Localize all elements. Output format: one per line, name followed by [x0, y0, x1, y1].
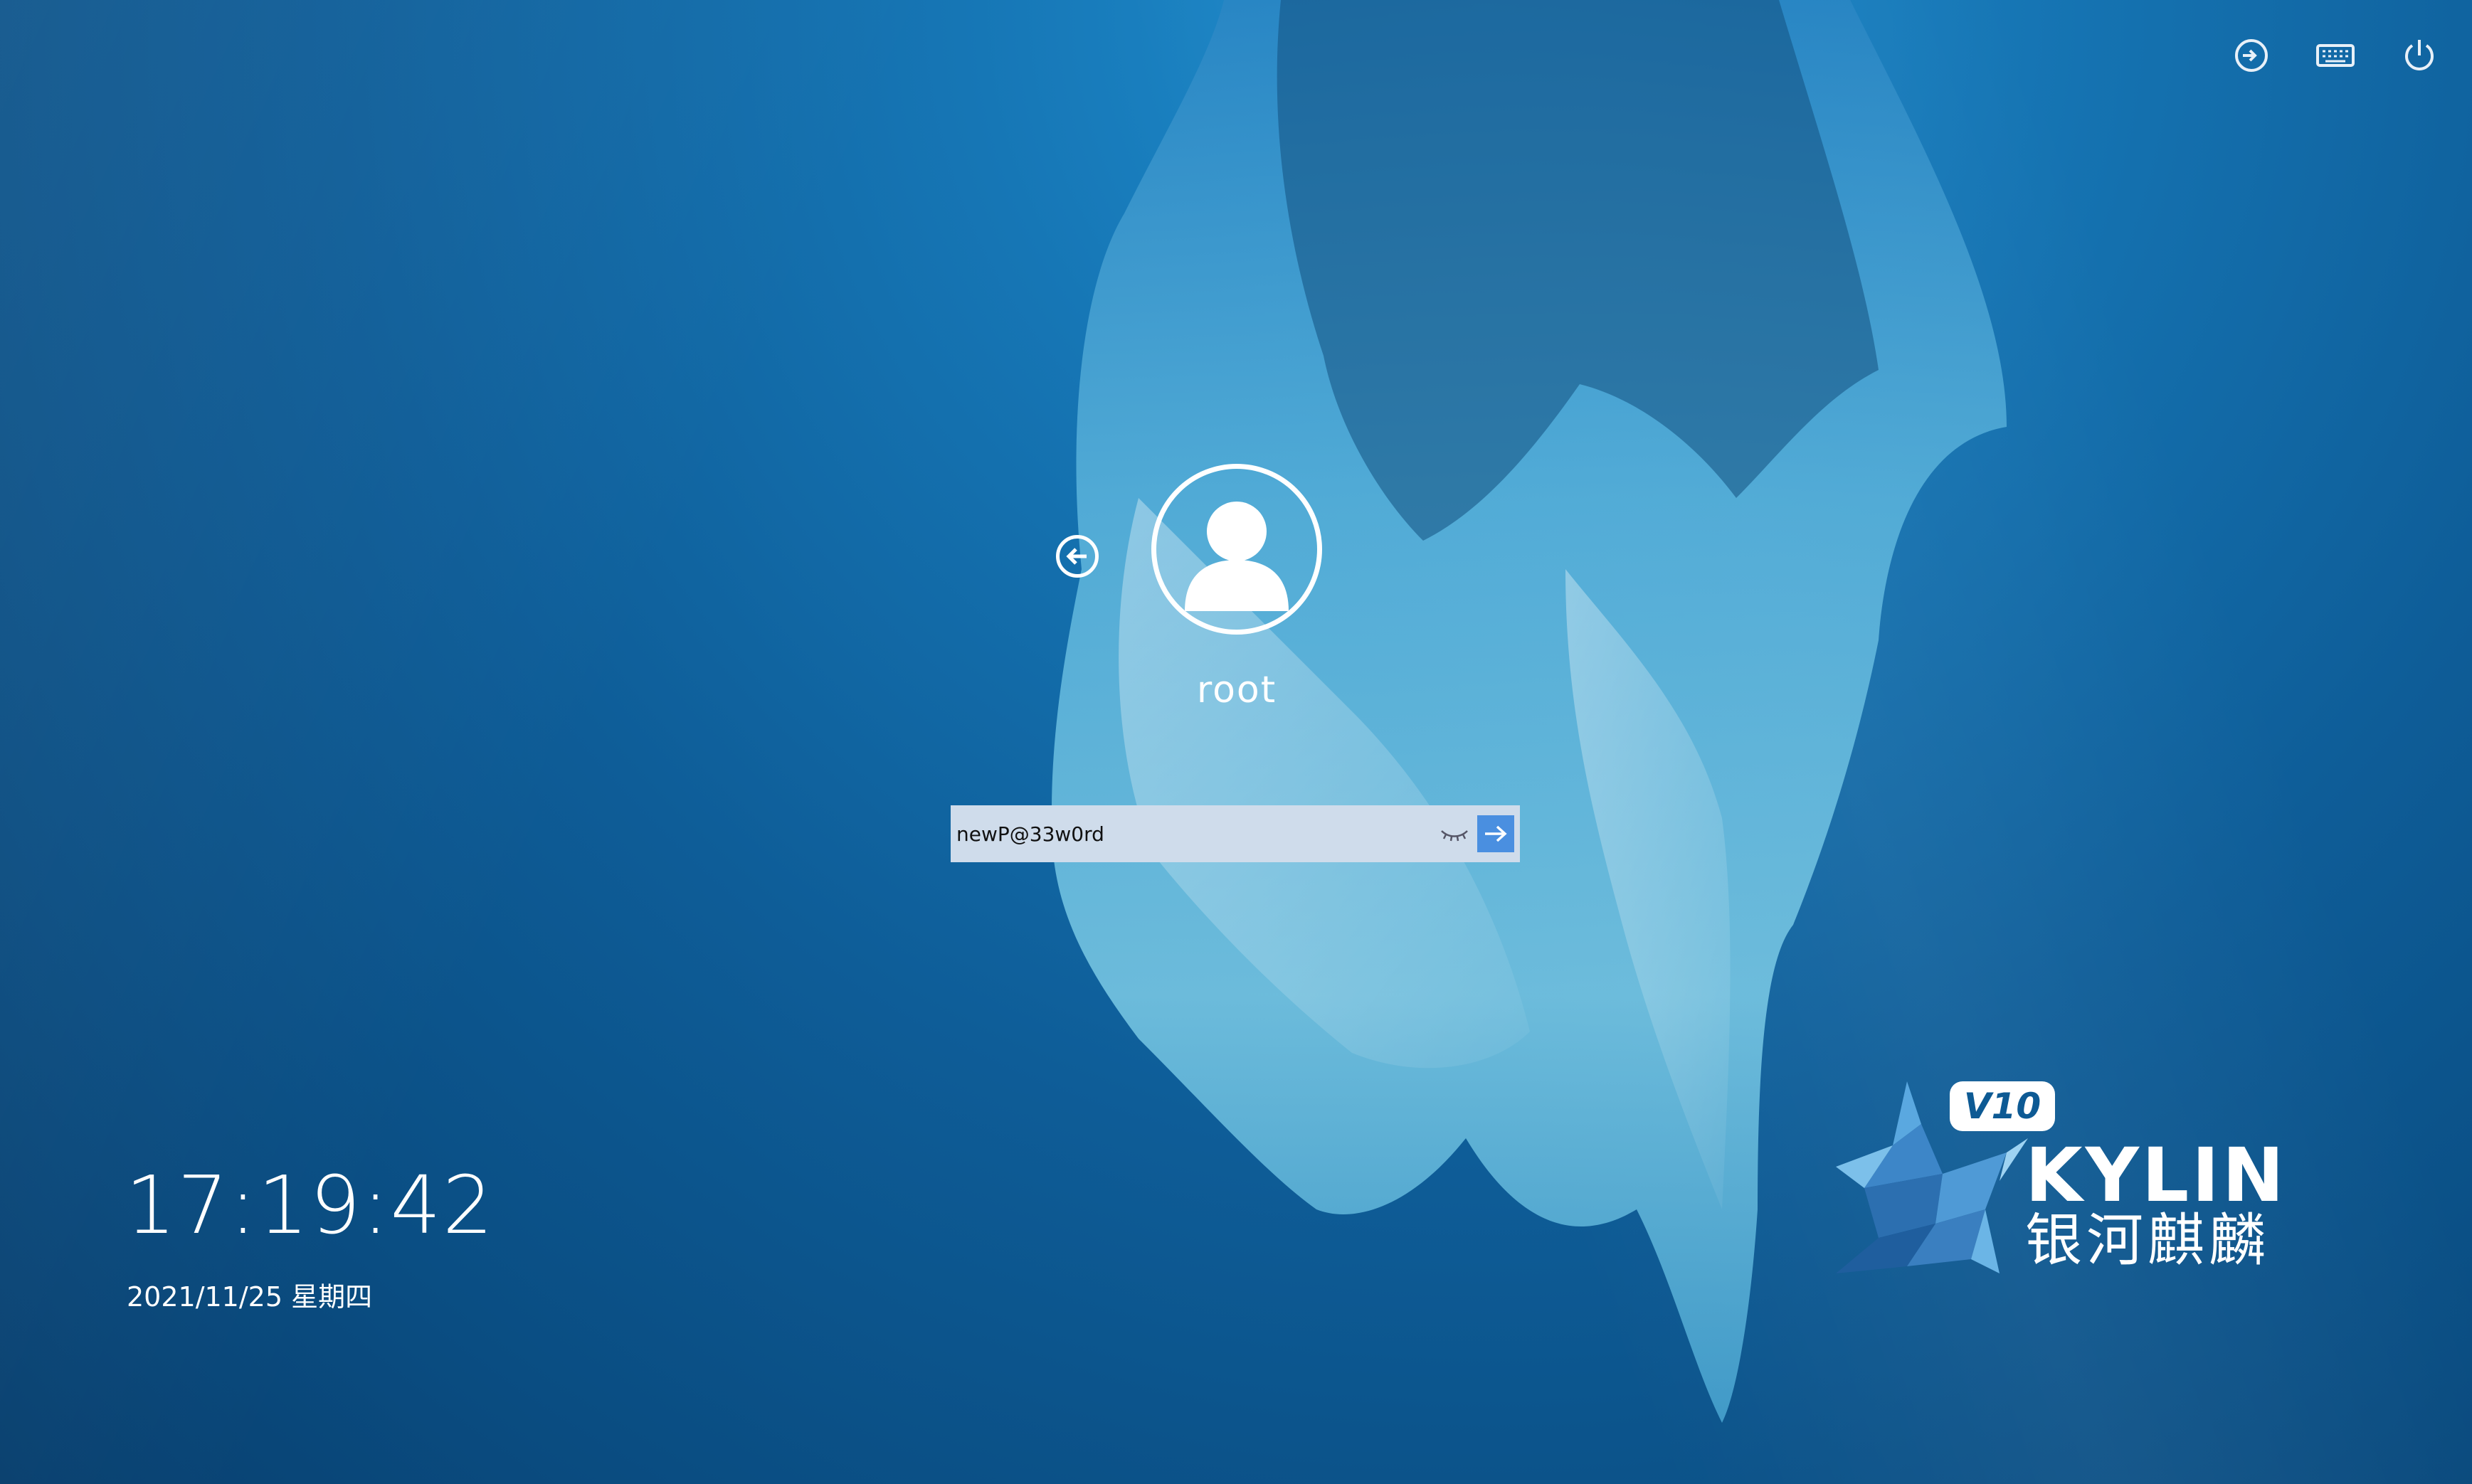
arrow-right-icon: [1485, 825, 1507, 842]
logo-cn-text: 银河麒麟: [2025, 1207, 2270, 1273]
logo-version-badge: V10: [1950, 1081, 2055, 1131]
user-card: root: [1146, 464, 1328, 711]
clock-time: 17:19:42: [125, 1160, 495, 1252]
password-input[interactable]: [951, 805, 1435, 863]
clock-date: 2021/11/25 星期四: [127, 1281, 373, 1313]
power-icon[interactable]: [2398, 34, 2441, 77]
logo-brand-text: KYLIN: [2025, 1132, 2287, 1219]
kylin-logo: V10 KYLIN 银河麒麟: [1822, 1081, 2291, 1281]
eye-closed-icon[interactable]: [1435, 814, 1474, 854]
password-field-container: [951, 805, 1520, 863]
login-submit-button[interactable]: [1477, 815, 1514, 852]
avatar[interactable]: [1151, 464, 1322, 635]
back-arrow-icon[interactable]: [1056, 535, 1099, 578]
top-toolbar: [2230, 34, 2441, 77]
username-label: root: [1196, 669, 1277, 711]
keyboard-icon[interactable]: [2314, 34, 2357, 77]
user-silhouette-icon: [1185, 502, 1289, 611]
switch-session-icon[interactable]: [2230, 34, 2273, 77]
